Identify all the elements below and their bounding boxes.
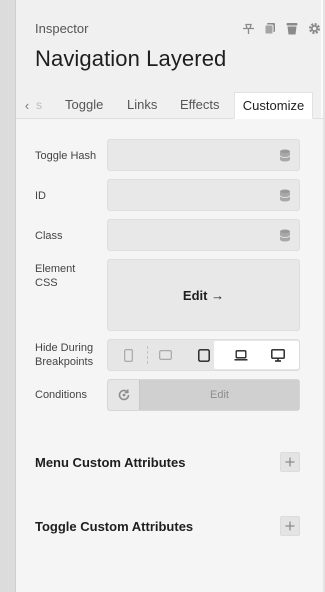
tablet-icon[interactable] — [185, 341, 222, 369]
inspector-header: Inspector — [35, 20, 321, 36]
mobile-portrait-icon[interactable] — [110, 341, 147, 369]
page-title: Navigation Layered — [35, 46, 227, 71]
trash-icon[interactable] — [285, 21, 299, 35]
inspector-panel: Inspector Navigation Layered ‹ s Toggle … — [16, 0, 323, 592]
tab-customize[interactable]: Customize — [234, 92, 313, 119]
conditions-control: Edit — [107, 379, 300, 411]
canvas-edge — [0, 0, 16, 592]
element-css-edit-button[interactable]: Edit → — [107, 259, 300, 331]
tab-customize-label: Customize — [242, 98, 305, 113]
class-label: Class — [35, 230, 63, 242]
laptop-icon[interactable] — [222, 341, 259, 369]
copy-icon[interactable] — [263, 21, 277, 35]
conditions-label: Conditions — [35, 389, 87, 401]
id-label: ID — [35, 190, 46, 202]
database-icon[interactable] — [279, 189, 291, 202]
toggle-custom-attributes-title: Toggle Custom Attributes — [35, 519, 194, 534]
class-input[interactable] — [107, 219, 300, 251]
mobile-landscape-icon[interactable] — [147, 341, 184, 369]
hide-breakpoints-label: Hide During Breakpoints — [35, 342, 94, 368]
inspector-title: Inspector — [35, 20, 89, 36]
toggle-hash-input[interactable] — [107, 139, 300, 171]
toggle-hash-label: Toggle Hash — [35, 150, 97, 162]
database-icon[interactable] — [279, 149, 291, 162]
menu-custom-attributes-title: Menu Custom Attributes — [35, 455, 186, 470]
conditions-refresh-icon[interactable] — [108, 380, 139, 410]
pin-icon[interactable] — [241, 21, 255, 35]
id-input[interactable] — [107, 179, 300, 211]
customize-content: Toggle Hash ID Class Element CSS Edit → … — [16, 119, 323, 592]
conditions-edit-button[interactable]: Edit — [139, 380, 299, 410]
tab-effects[interactable]: Effects — [180, 97, 220, 112]
plus-icon — [285, 457, 295, 467]
desktop-icon[interactable] — [259, 341, 296, 369]
gear-icon[interactable] — [307, 21, 321, 35]
element-css-label: Element CSS — [35, 263, 76, 289]
header-actions — [241, 21, 321, 35]
add-menu-attribute-button[interactable] — [280, 452, 300, 472]
database-icon[interactable] — [279, 229, 291, 242]
tab-bar: ‹ s Toggle Links Effects Customize — [16, 92, 323, 119]
add-toggle-attribute-button[interactable] — [280, 516, 300, 536]
tab-toggle[interactable]: Toggle — [65, 97, 103, 112]
plus-icon — [285, 521, 295, 531]
tab-links[interactable]: Links — [127, 97, 157, 112]
chevron-left-icon[interactable]: ‹ — [20, 97, 34, 113]
tab-previous-faded[interactable]: s — [36, 98, 42, 112]
breakpoint-selector — [107, 339, 300, 371]
